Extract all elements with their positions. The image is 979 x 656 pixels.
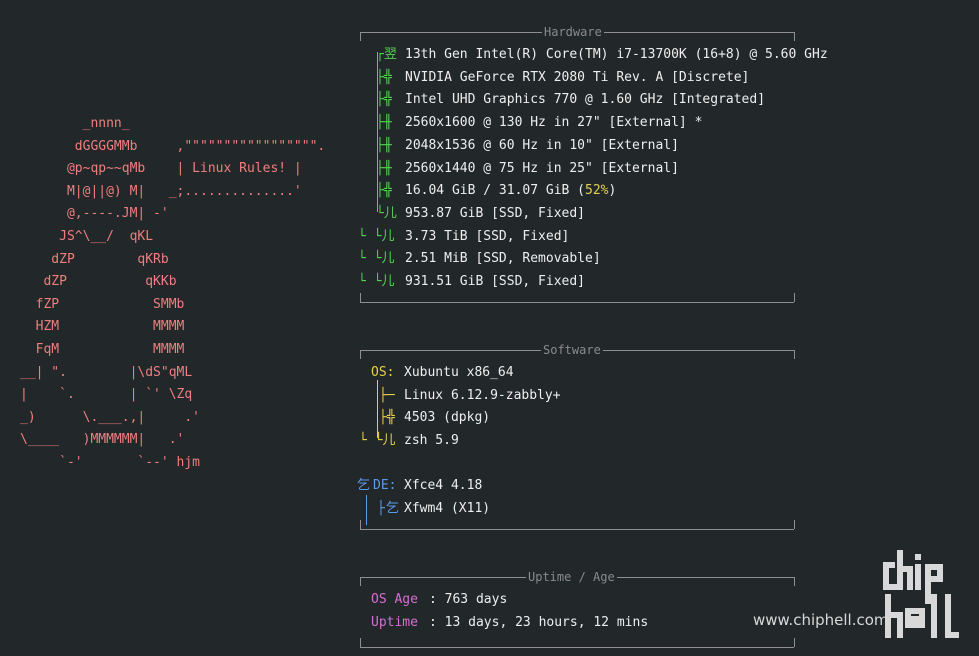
disk-icon: └ └儿 (358, 251, 395, 267)
hardware-row-value: 3.73 TiB [SSD, Fixed] (405, 229, 569, 245)
ascii-art-line: _nnnn_ (20, 116, 130, 131)
shell-icon: └ └儿 (359, 433, 396, 448)
ascii-art-line: dZP qKRb (20, 251, 169, 267)
ascii-art-line: @,----.JM| -' (20, 206, 169, 222)
hardware-row-value: 2.51 MiB [SSD, Removable] (405, 251, 601, 267)
hardware-row-text: 931.51 GiB [SSD, Fixed] (405, 274, 586, 289)
de-label: DE: (373, 478, 397, 493)
kernel-icon: ├─ (379, 388, 395, 403)
packages-value: 4503 (dpkg) (404, 410, 491, 425)
uptime-value: : 13 days, 23 hours, 12 mins (429, 615, 649, 630)
kernel-value: Linux 6.12.9-zabbly+ (404, 388, 561, 403)
de-value: Xfce4 4.18 (404, 478, 483, 493)
hardware-row-suffix: ) (608, 183, 617, 199)
memory-usage-percent: 52% (585, 183, 609, 199)
hardware-row-text: 13th Gen Intel(R) Core(TM) i7-13700K (16… (405, 47, 828, 62)
hardware-tree-line (377, 52, 378, 212)
wm-icon: 乞 (386, 501, 400, 516)
hardware-row-value: 2560x1600 @ 130 Hz in 27" [External] * (405, 115, 702, 131)
ascii-art-line: HZM MMMM (20, 319, 185, 335)
hardware-row-text: 3.73 TiB [SSD, Fixed] (405, 228, 570, 244)
hardware-row-value: 16.04 GiB / 31.07 GiB (52%) (405, 183, 616, 199)
hardware-row-text: 2048x1536 @ 60 Hz in 10" [External] (405, 137, 679, 153)
display-icon: ├╫ (376, 160, 392, 176)
os-value: Xubuntu x86_64 (404, 365, 514, 380)
shell-value: zsh 5.9 (404, 433, 459, 448)
hardware-title: Hardware (542, 25, 604, 39)
hardware-row-value: 931.51 GiB [SSD, Fixed] (405, 274, 585, 290)
ascii-art-line: dGGGGMMb ,""""""""""""""""". (20, 138, 326, 154)
uptime-title: Uptime / Age (526, 570, 617, 584)
display-icon: ├╫ (376, 115, 392, 131)
display-icon: ├╫ (376, 137, 392, 153)
ascii-art-line: \____ )MMMMMM| .' (20, 432, 185, 448)
uptime-label: Uptime (371, 615, 418, 630)
hardware-row-text: 16.04 GiB / 31.07 GiB ( (405, 183, 586, 199)
hardware-row-text: 2560x1440 @ 75 Hz in 25" [External] (405, 160, 679, 176)
hardware-row-value: 13th Gen Intel(R) Core(TM) i7-13700K (16… (405, 47, 828, 63)
disk-icon: └ └儿 (358, 274, 395, 289)
ascii-art-line: FqM MMMM (20, 342, 185, 357)
ascii-art-line: JS^\__/ qKL (20, 229, 154, 244)
de-icon: 乞 (357, 478, 371, 493)
os-label: OS: (371, 365, 395, 380)
wm-value: Xfwm4 (X11) (404, 501, 491, 516)
gpu-icon: ├╬ (376, 92, 392, 108)
watermark-text: www.chiphell.com (753, 611, 889, 629)
hardware-row-text: NVIDIA GeForce RTX 2080 Ti Rev. A [Discr… (405, 69, 750, 85)
wm-icon-branch: ├ (377, 501, 385, 516)
memory-icon: ├╬ (376, 183, 392, 199)
hardware-row-text: Intel UHD Graphics 770 @ 1.60 GHz [Integ… (405, 92, 766, 108)
hardware-row-value: NVIDIA GeForce RTX 2080 Ti Rev. A [Discr… (405, 70, 749, 86)
software-title: Software (541, 343, 603, 357)
disk-icon: └儿 (376, 205, 397, 221)
os-age-label: OS Age (371, 592, 418, 607)
hardware-row-text: 2.51 MiB [SSD, Removable] (405, 251, 601, 267)
hardware-row-value: 953.87 GiB [SSD, Fixed] (405, 206, 585, 222)
ascii-art-line: fZP SMMb (20, 296, 185, 312)
ascii-art-line: _) \.___.,| .' (20, 409, 201, 425)
packages-icon: ├╬ (379, 410, 395, 425)
hardware-row-text: 953.87 GiB [SSD, Fixed] (405, 205, 586, 221)
ascii-art-line: | `. | `' \Zq (20, 387, 193, 403)
ascii-art-line: dZP qKKb (20, 274, 177, 290)
hardware-row-value: 2048x1536 @ 60 Hz in 10" [External] (405, 138, 679, 154)
hardware-row-text: 2560x1600 @ 130 Hz in 27" [External] * (405, 115, 703, 131)
hardware-row-value: Intel UHD Graphics 770 @ 1.60 GHz [Integ… (405, 92, 765, 108)
ascii-art-line: @p~qp~~qMb | Linux Rules! | (20, 161, 302, 177)
disk-icon: └ └儿 (358, 228, 395, 244)
chiphell-logo (883, 550, 959, 638)
ascii-art-line: __| ". |\dS"qML (20, 364, 193, 380)
os-age-value: : 763 days (429, 592, 508, 607)
gpu-icon: ├╬ (376, 69, 392, 85)
ascii-art-line: M|@||@) M| _;..............' (20, 183, 302, 199)
cpu-icon: ┌翌 (376, 47, 397, 62)
ascii-art-line: `-' `--' hjm (20, 455, 201, 470)
hardware-row-value: 2560x1440 @ 75 Hz in 25" [External] (405, 161, 679, 177)
